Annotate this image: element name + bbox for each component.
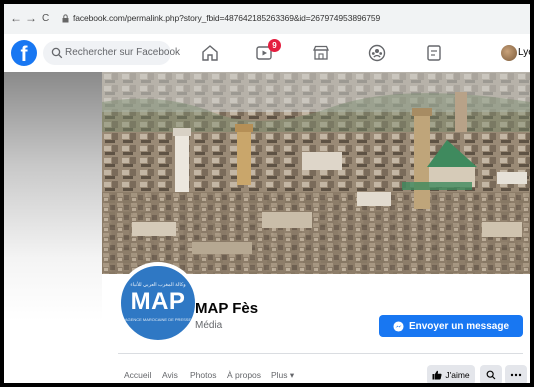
groups-icon[interactable] bbox=[367, 43, 387, 63]
thumbs-up-icon bbox=[432, 370, 442, 380]
browser-address-bar: ← → C facebook.com/permalink.php?story_f… bbox=[4, 4, 530, 35]
search-page-button[interactable] bbox=[480, 365, 502, 383]
like-button[interactable]: J'aime bbox=[427, 365, 475, 383]
marketplace-icon[interactable] bbox=[311, 43, 331, 63]
watch-notification-badge: 9 bbox=[268, 39, 281, 52]
search-input[interactable]: Rechercher sur Facebook bbox=[43, 41, 180, 65]
logo-subtext: AGENCE MAROCAINE DE PRESSE bbox=[124, 317, 192, 322]
tab-accueil[interactable]: Accueil bbox=[124, 370, 151, 380]
messenger-icon bbox=[393, 320, 404, 332]
divider bbox=[118, 353, 523, 354]
left-background bbox=[4, 72, 102, 383]
gaming-icon[interactable] bbox=[424, 43, 444, 63]
facebook-logo-icon[interactable]: f bbox=[11, 40, 37, 66]
tab-avis[interactable]: Avis bbox=[162, 370, 178, 380]
search-icon bbox=[486, 370, 496, 380]
user-name[interactable]: Lyès bbox=[518, 47, 530, 58]
tab-a-propos[interactable]: À propos bbox=[227, 370, 261, 380]
page-title[interactable]: MAP Fès bbox=[195, 300, 258, 317]
forward-button[interactable]: → bbox=[25, 12, 37, 24]
send-message-button[interactable]: Envoyer un message bbox=[379, 315, 523, 337]
reload-button[interactable]: C bbox=[42, 13, 49, 25]
like-label: J'aime bbox=[445, 370, 470, 380]
tab-photos[interactable]: Photos bbox=[190, 370, 216, 380]
search-placeholder: Rechercher sur Facebook bbox=[65, 47, 181, 58]
cover-photo[interactable] bbox=[102, 72, 530, 274]
tab-plus[interactable]: Plus ▾ bbox=[271, 370, 294, 381]
user-avatar[interactable] bbox=[501, 45, 517, 61]
screen: ← → C facebook.com/permalink.php?story_f… bbox=[4, 4, 530, 383]
search-icon bbox=[51, 47, 63, 59]
more-options-button[interactable] bbox=[505, 365, 527, 383]
back-button[interactable]: ← bbox=[10, 12, 22, 24]
home-icon[interactable] bbox=[200, 43, 220, 63]
more-icon bbox=[510, 373, 522, 377]
cover-photo-city-image bbox=[102, 72, 530, 274]
logo-text: MAP bbox=[130, 288, 186, 315]
url-text[interactable]: facebook.com/permalink.php?story_fbid=48… bbox=[73, 13, 380, 23]
facebook-topbar: f Rechercher sur Facebook 9 Ly bbox=[4, 34, 530, 73]
send-message-label: Envoyer un message bbox=[408, 320, 510, 332]
lock-icon bbox=[62, 14, 69, 23]
page-profile-picture[interactable]: وكالة المغرب العربي للأنباء MAP AGENCE M… bbox=[117, 262, 199, 344]
page-category[interactable]: Média bbox=[195, 320, 222, 331]
